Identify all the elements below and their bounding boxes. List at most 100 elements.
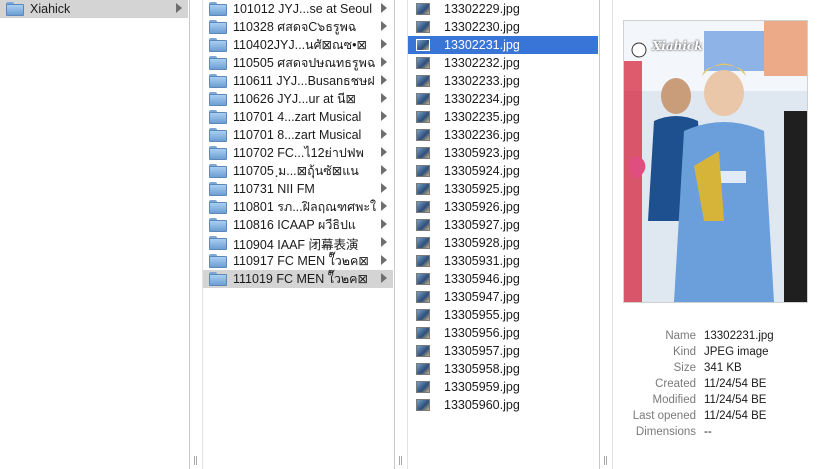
chevron-right-icon — [176, 3, 182, 13]
file-row[interactable]: 13305926.jpg — [408, 198, 598, 216]
file-name: 13302230.jpg — [444, 20, 520, 34]
chevron-right-icon — [381, 183, 387, 193]
chevron-right-icon — [381, 219, 387, 229]
file-name: 13302234.jpg — [444, 92, 520, 106]
file-name: 13305946.jpg — [444, 272, 520, 286]
file-row[interactable]: 13305960.jpg — [408, 396, 598, 414]
jpeg-file-icon — [416, 273, 430, 285]
jpeg-file-icon — [416, 21, 430, 33]
chevron-right-icon — [381, 75, 387, 85]
jpeg-file-icon — [416, 219, 430, 231]
jpeg-file-icon — [416, 75, 430, 87]
folder-row[interactable]: 110702 FC...ไ12ย่าปฟพ — [203, 144, 393, 162]
folder-row[interactable]: 110904 IAAF 闭幕表演 — [203, 234, 393, 252]
folder-icon — [209, 92, 227, 106]
folder-row[interactable]: 110801 รภ...ฝิลฤณฑศพะใ — [203, 198, 393, 216]
info-key: Size — [673, 362, 696, 374]
chevron-right-icon — [381, 3, 387, 13]
file-row[interactable]: 13302233.jpg — [408, 72, 598, 90]
file-row[interactable]: 13305925.jpg — [408, 180, 598, 198]
file-name: 13302229.jpg — [444, 2, 520, 16]
file-row[interactable]: 13305955.jpg — [408, 306, 598, 324]
info-key: Kind — [672, 346, 696, 358]
folder-row[interactable]: 111019 FC MEN ใ๊ว๒ค⊠ — [203, 270, 393, 288]
jpeg-file-icon — [416, 381, 430, 393]
chevron-right-icon — [381, 111, 387, 121]
folder-icon — [209, 254, 227, 268]
folder-label: 110701 4...zart Musical — [233, 110, 362, 124]
folder-row[interactable]: 110816 ICAAP ผวีธิปแ — [203, 216, 393, 234]
folder-label: 111019 FC MEN ใ๊ว๒ค⊠ — [233, 272, 368, 286]
file-row[interactable]: 13305956.jpg — [408, 324, 598, 342]
column-divider[interactable]: || — [599, 0, 613, 469]
folder-row[interactable]: 110917 FC MEN ใ๊ว๒ค⊠ — [203, 252, 393, 270]
file-row[interactable]: 13305957.jpg — [408, 342, 598, 360]
file-row[interactable]: 13302232.jpg — [408, 54, 598, 72]
file-name: 13302231.jpg — [444, 38, 520, 52]
column-resize-grip-icon[interactable]: || — [603, 456, 608, 466]
file-name: 13305926.jpg — [444, 200, 520, 214]
file-row[interactable]: 13302236.jpg — [408, 126, 598, 144]
jpeg-file-icon — [416, 309, 430, 321]
column-resize-grip-icon[interactable]: || — [398, 456, 403, 466]
folder-row[interactable]: 110611 JYJ...Busanธชษฝ — [203, 72, 393, 90]
finder-column-3[interactable]: 13302229.jpg 13302230.jpg 13302231.jpg 1330… — [408, 0, 598, 469]
folder-icon — [209, 272, 227, 286]
folder-label: 110402JYJ...นศั⊠ณซ•⊠ — [233, 38, 367, 52]
file-row[interactable]: 13305931.jpg — [408, 252, 598, 270]
file-row[interactable]: 13305923.jpg — [408, 144, 598, 162]
folder-row[interactable]: 110701 8...zart Musical — [203, 126, 393, 144]
chevron-right-icon — [381, 57, 387, 67]
file-row[interactable]: 13305959.jpg — [408, 378, 598, 396]
jpeg-file-icon — [416, 345, 430, 357]
column-divider[interactable]: || — [189, 0, 203, 469]
folder-row[interactable]: 110505 ศสดจปษณทธรูพฉ — [203, 54, 393, 72]
chevron-right-icon — [381, 201, 387, 211]
jpeg-file-icon — [416, 183, 430, 195]
folder-icon — [209, 2, 227, 16]
jpeg-file-icon — [416, 111, 430, 123]
folder-icon — [209, 146, 227, 160]
file-row[interactable]: 13302234.jpg — [408, 90, 598, 108]
file-name: 13305924.jpg — [444, 164, 520, 178]
folder-row[interactable]: 110701 4...zart Musical — [203, 108, 393, 126]
chevron-right-icon — [381, 255, 387, 265]
folder-row[interactable]: 110328 ศสดจC๖ธรูพฉ — [203, 18, 393, 36]
image-preview: Xiahick — [623, 20, 808, 303]
file-name: 13305927.jpg — [444, 218, 520, 232]
folder-icon — [209, 128, 227, 142]
folder-row[interactable]: 110402JYJ...นศั⊠ณซ•⊠ — [203, 36, 393, 54]
file-row[interactable]: 13302229.jpg — [408, 0, 598, 18]
file-row[interactable]: 13305927.jpg — [408, 216, 598, 234]
file-row[interactable]: 13302235.jpg — [408, 108, 598, 126]
folder-icon — [209, 218, 227, 232]
info-row: Name 13302231.jpg — [613, 328, 818, 344]
file-row[interactable]: 13305958.jpg — [408, 360, 598, 378]
folder-row-xiahick[interactable]: Xiahick — [0, 0, 188, 18]
jpeg-file-icon — [416, 255, 430, 267]
preview-column: Xiahick Name 13302231.jpg Kind JPEG image Si… — [613, 0, 818, 469]
file-row[interactable]: 13305924.jpg — [408, 162, 598, 180]
folder-row[interactable]: 110731 NII FM — [203, 180, 393, 198]
file-row[interactable]: 13305928.jpg — [408, 234, 598, 252]
file-row[interactable]: 13305946.jpg — [408, 270, 598, 288]
jpeg-file-icon — [416, 165, 430, 177]
folder-icon — [209, 74, 227, 88]
column-resize-grip-icon[interactable]: || — [193, 456, 198, 466]
chevron-right-icon — [381, 147, 387, 157]
folder-label: 101012 JYJ...se at Seoul — [233, 2, 372, 16]
file-row[interactable]: 13302231.jpg — [408, 36, 598, 54]
finder-column-2[interactable]: 101012 JYJ...se at Seoul 110328 ศสดจC๖ธรู… — [203, 0, 393, 469]
file-row[interactable]: 13302230.jpg — [408, 18, 598, 36]
folder-row[interactable]: 101012 JYJ...se at Seoul — [203, 0, 393, 18]
jpeg-file-icon — [416, 129, 430, 141]
folder-icon — [209, 164, 227, 178]
file-row[interactable]: 13305947.jpg — [408, 288, 598, 306]
folder-row[interactable]: 110705 ฺม...⊠ฤุ้นซั⊠แน — [203, 162, 393, 180]
folder-row[interactable]: 110626 JYJ...ur at นี⊠ — [203, 90, 393, 108]
jpeg-file-icon — [416, 363, 430, 375]
chevron-right-icon — [381, 237, 387, 247]
finder-column-1[interactable]: Xiahick — [0, 0, 188, 469]
column-divider[interactable]: || — [394, 0, 408, 469]
info-value: 11/24/54 BE — [704, 410, 767, 422]
